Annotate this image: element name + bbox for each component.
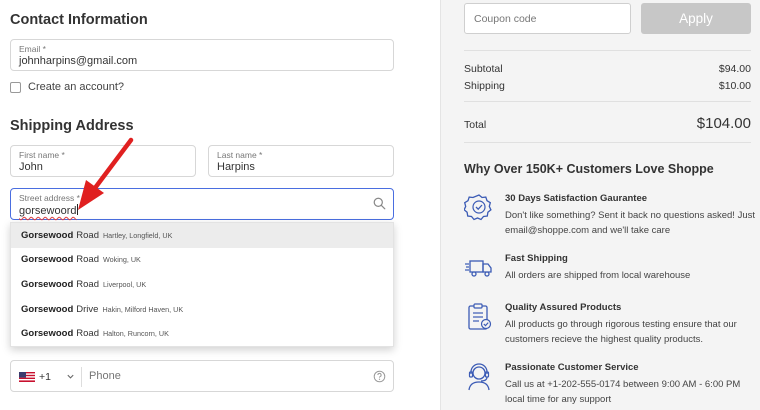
shipping-cost-label: Shipping xyxy=(464,80,505,92)
feature-satisfaction: 30 Days Satisfaction Gaurantee Don't lik… xyxy=(464,193,756,241)
divider xyxy=(464,50,751,51)
address-suggestion-item[interactable]: Gorsewood Road Halton, Runcorn, UK xyxy=(11,321,393,346)
contact-section-title: Contact Information xyxy=(10,12,148,28)
search-icon[interactable] xyxy=(373,197,386,210)
address-suggestion-item[interactable]: Gorsewood Drive Hakin, Milford Haven, UK xyxy=(11,297,393,322)
feature-title: Fast Shipping xyxy=(505,253,568,264)
chevron-down-icon[interactable] xyxy=(66,372,75,381)
create-account-row[interactable]: Create an account? xyxy=(10,81,124,93)
last-name-label: Last name * xyxy=(217,150,263,160)
address-suggestion-item[interactable]: Gorsewood Road Hartley, Longfield, UK xyxy=(11,223,393,248)
suggestion-location: Liverpool, UK xyxy=(102,279,147,289)
shipping-cost-value: $10.00 xyxy=(718,80,751,92)
suggestion-street-type: Road xyxy=(76,278,99,290)
feature-fast-shipping: Fast Shipping All orders are shipped fro… xyxy=(464,253,754,287)
last-name-field[interactable]: Last name * Harpins xyxy=(208,145,394,177)
suggestion-street-name: Gorsewood xyxy=(21,229,74,241)
suggestion-street-type: Drive xyxy=(76,303,99,315)
suggestion-street-name: Gorsewood xyxy=(21,278,74,290)
street-address-text: gorsewoord xyxy=(19,205,77,217)
suggestion-street-type: Road xyxy=(76,254,99,266)
shipping-row: Shipping $10.00 xyxy=(464,80,751,92)
apply-coupon-button[interactable]: Apply xyxy=(641,3,751,34)
phone-field[interactable]: +1 xyxy=(10,360,394,392)
suggestion-location: Woking, UK xyxy=(102,255,141,265)
order-summary-panel: Apply Subtotal $94.00 Shipping $10.00 To… xyxy=(440,0,760,410)
first-name-field[interactable]: First name * John xyxy=(10,145,196,177)
why-customers-title: Why Over 150K+ Customers Love Shoppe xyxy=(464,162,714,176)
create-account-checkbox[interactable] xyxy=(10,81,21,93)
address-suggestion-item[interactable]: Gorsewood Road Liverpool, UK xyxy=(11,272,393,297)
badge-check-icon xyxy=(464,194,492,221)
last-name-value[interactable]: Harpins xyxy=(217,161,255,173)
divider xyxy=(464,101,751,102)
total-value: $104.00 xyxy=(696,115,751,132)
feature-description: Call us at +1-202-555-0174 between 9:00 … xyxy=(505,379,741,405)
truck-icon xyxy=(465,260,492,277)
first-name-label: First name * xyxy=(19,150,65,160)
feature-description: All orders are shipped from local wareho… xyxy=(505,270,691,281)
divider xyxy=(464,142,751,143)
suggestion-street-name: Gorsewood xyxy=(21,328,74,340)
feature-title: Passionate Customer Service xyxy=(505,362,639,373)
country-code[interactable]: +1 xyxy=(39,371,51,383)
email-label: Email * xyxy=(19,44,46,54)
phone-input[interactable] xyxy=(89,370,349,382)
suggestion-location: Halton, Runcorn, UK xyxy=(102,329,169,339)
suggestion-street-name: Gorsewood xyxy=(21,303,74,315)
feature-description: All products go through rigorous testing… xyxy=(505,319,737,345)
feature-customer-service: Passionate Customer Service Call us at +… xyxy=(464,362,754,408)
street-address-field[interactable]: Street address * gorsewoord xyxy=(10,188,394,220)
checkout-form: Contact Information Email * johnharpins@… xyxy=(0,0,440,410)
text-caret xyxy=(77,204,79,215)
shipping-section-title: Shipping Address xyxy=(10,118,134,134)
subtotal-label: Subtotal xyxy=(464,63,503,75)
feature-title: 30 Days Satisfaction Gaurantee xyxy=(505,193,648,204)
clipboard-check-icon xyxy=(468,303,492,330)
suggestion-street-type: Road xyxy=(76,229,99,241)
suggestion-street-name: Gorsewood xyxy=(21,254,74,266)
feature-description: Don't like something? Sent it back no qu… xyxy=(505,210,756,236)
subtotal-row: Subtotal $94.00 xyxy=(464,63,751,75)
email-value[interactable]: johnharpins@gmail.com xyxy=(19,55,137,67)
phone-divider xyxy=(81,367,82,387)
street-address-value[interactable]: gorsewoord xyxy=(19,204,79,217)
address-suggestions-dropdown: Gorsewood Road Hartley, Longfield, UK Gorse… xyxy=(10,222,394,347)
feature-quality-products: Quality Assured Products All products go… xyxy=(464,302,754,350)
email-field[interactable]: Email * johnharpins@gmail.com xyxy=(10,39,394,71)
total-row: Total $104.00 xyxy=(464,115,751,132)
subtotal-value: $94.00 xyxy=(718,63,751,75)
street-address-label: Street address * xyxy=(19,193,80,203)
total-label: Total xyxy=(464,119,487,131)
address-suggestion-item[interactable]: Gorsewood Road Woking, UK xyxy=(11,248,393,273)
suggestion-location: Hartley, Longfield, UK xyxy=(102,230,173,240)
suggestion-street-type: Road xyxy=(76,328,99,340)
us-flag-icon xyxy=(19,372,35,382)
create-account-label: Create an account? xyxy=(28,81,125,93)
headset-agent-icon xyxy=(468,363,490,391)
coupon-code-input[interactable] xyxy=(464,3,631,34)
suggestion-location: Hakin, Milford Haven, UK xyxy=(102,304,184,314)
first-name-value[interactable]: John xyxy=(19,161,43,173)
help-circle-icon[interactable] xyxy=(373,370,386,383)
feature-title: Quality Assured Products xyxy=(505,302,622,313)
